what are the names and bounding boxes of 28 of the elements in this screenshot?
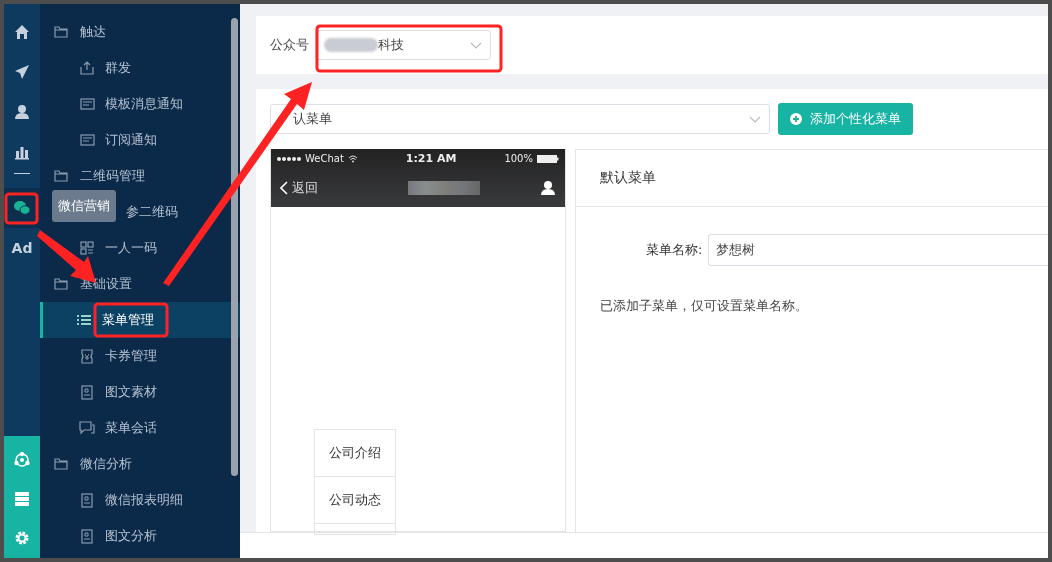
- submenu-item[interactable]: 公司介绍: [314, 428, 396, 477]
- note-text: 已添加子菜单，仅可设置菜单名称。: [599, 296, 809, 315]
- account-label: 公众号: [270, 35, 309, 54]
- panel-title: 默认菜单: [576, 149, 1048, 207]
- menu-name-label: 菜单名称:: [646, 240, 703, 259]
- rail-button[interactable]: Ad: [4, 228, 40, 268]
- sidebar-item[interactable]: 模板消息通知: [40, 86, 240, 122]
- sidebar-group[interactable]: 微信分析: [40, 446, 240, 482]
- submenu-item[interactable]: 公司动态: [314, 476, 396, 524]
- clock-text: 1:21 AM: [405, 152, 457, 166]
- sidebar-item[interactable]: 参二维码: [126, 194, 240, 230]
- sidebar-item[interactable]: 菜单会话: [40, 410, 240, 446]
- battery-text: 100%: [504, 153, 533, 165]
- menu-select[interactable]: 认菜单: [270, 103, 770, 134]
- sidebar-item[interactable]: 一人一码: [40, 230, 240, 266]
- sidebar-item[interactable]: 群发: [40, 50, 240, 86]
- sidebar-item[interactable]: 图文分析: [40, 518, 240, 554]
- sidebar-item[interactable]: 订阅通知: [40, 122, 240, 158]
- account-select[interactable]: 科技: [315, 29, 491, 60]
- carrier-text: WeChat: [305, 153, 344, 165]
- sidebar-group[interactable]: 触达: [40, 14, 240, 50]
- menu-name-field[interactable]: 梦想树: [708, 233, 1048, 266]
- sidebar-item[interactable]: 微信报表明细: [40, 482, 240, 518]
- sidebar-item[interactable]: 卡券管理: [40, 338, 240, 374]
- sidebar-item[interactable]: 菜单管理: [40, 302, 240, 338]
- tooltip: 微信营销: [52, 190, 116, 222]
- sidebar-item[interactable]: 图文素材: [40, 374, 240, 410]
- back-button[interactable]: 返回: [280, 178, 318, 197]
